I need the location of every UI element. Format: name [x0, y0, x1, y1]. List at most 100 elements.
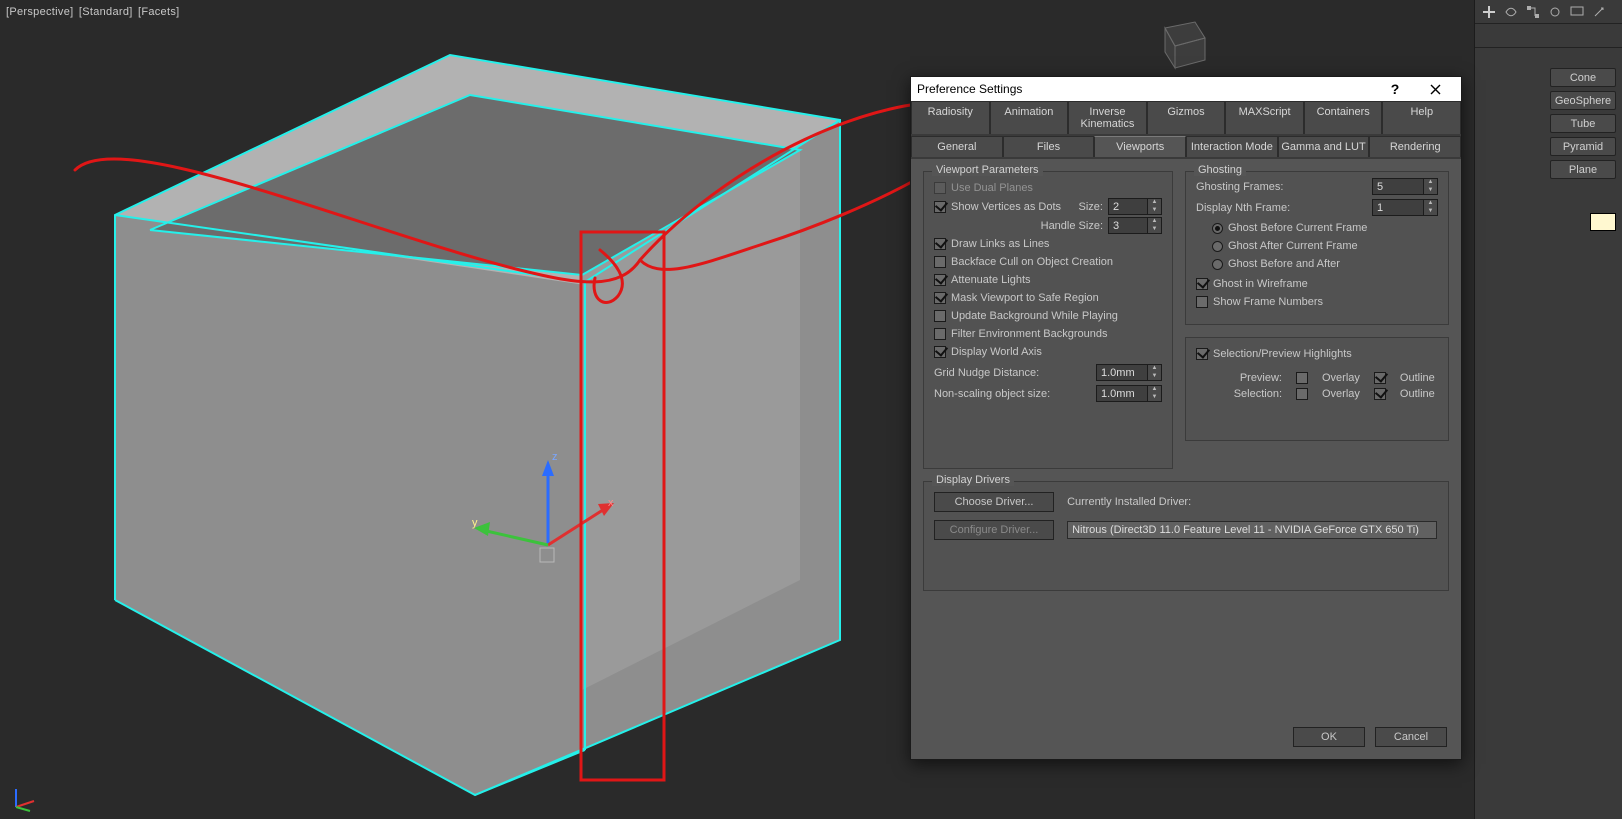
create-tab-icon[interactable]	[1481, 4, 1497, 20]
transform-gizmo: z x y	[472, 451, 614, 562]
lbl-ghost-before: Ghost Before Current Frame	[1228, 220, 1367, 236]
viewport-label-facets[interactable]: [Facets]	[138, 6, 180, 18]
lbl-world-axis: Display World Axis	[951, 344, 1042, 360]
chk-preview-outline[interactable]	[1374, 372, 1386, 384]
viewport-labels[interactable]: [Perspective] [Standard] [Facets]	[6, 6, 182, 18]
input-ghost-nth[interactable]	[1372, 199, 1424, 216]
group-ghosting: Ghosting Ghosting Frames: ▲▼ Display Nth…	[1185, 171, 1449, 325]
tab-files[interactable]: Files	[1003, 136, 1095, 157]
configure-driver-button: Configure Driver...	[934, 520, 1054, 540]
lbl-ghost-nth: Display Nth Frame:	[1196, 202, 1290, 214]
lbl-size: Size:	[1079, 199, 1103, 215]
spin-grid-nudge[interactable]: ▲▼	[1096, 364, 1162, 381]
ok-button[interactable]: OK	[1293, 727, 1365, 747]
hierarchy-tab-icon[interactable]	[1525, 4, 1541, 20]
input-grid-nudge[interactable]	[1096, 364, 1148, 381]
radio-ghost-both[interactable]	[1212, 259, 1223, 270]
lbl-highlights-title: Selection/Preview Highlights	[1213, 346, 1352, 362]
dialog-help-button[interactable]: ?	[1375, 77, 1415, 101]
tab-help[interactable]: Help	[1382, 101, 1461, 134]
lbl-preview-overlay: Overlay	[1322, 372, 1360, 384]
chk-backface-cull[interactable]	[934, 256, 946, 268]
chk-selection-overlay[interactable]	[1296, 388, 1308, 400]
chk-preview-overlay[interactable]	[1296, 372, 1308, 384]
radio-ghost-after[interactable]	[1212, 241, 1223, 252]
chk-world-axis[interactable]	[934, 346, 946, 358]
chk-mask-safe[interactable]	[934, 292, 946, 304]
input-handle-size[interactable]	[1108, 217, 1148, 234]
lbl-ghost-both: Ghost Before and After	[1228, 256, 1340, 272]
dialog-footer: OK Cancel	[911, 719, 1461, 759]
dialog-tabs-row-2: General Files Viewports Interaction Mode…	[911, 136, 1461, 159]
tab-rendering[interactable]: Rendering	[1369, 136, 1461, 157]
spin-ghost-frames[interactable]: ▲▼	[1372, 178, 1438, 195]
primitive-tube-button[interactable]: Tube	[1550, 114, 1616, 133]
group-title-ghosting: Ghosting	[1194, 164, 1246, 176]
spin-nonscaling[interactable]: ▲▼	[1096, 385, 1162, 402]
tab-viewports[interactable]: Viewports	[1094, 136, 1186, 157]
lbl-handle-size: Handle Size:	[1041, 218, 1103, 234]
svg-text:z: z	[552, 451, 558, 463]
modify-tab-icon[interactable]	[1503, 4, 1519, 20]
viewport-label-standard[interactable]: [Standard]	[79, 6, 133, 18]
object-type-buttons: Cone GeoSphere Tube Pyramid Plane	[1475, 48, 1622, 199]
tab-interaction[interactable]: Interaction Mode	[1186, 136, 1278, 157]
command-panel-subtabs	[1475, 24, 1622, 48]
chk-ghost-numbers[interactable]	[1196, 296, 1208, 308]
lbl-selection-outline: Outline	[1400, 388, 1435, 400]
spin-vertex-size[interactable]: ▲▼	[1108, 198, 1162, 215]
tab-gizmos[interactable]: Gizmos	[1147, 101, 1226, 134]
motion-tab-icon[interactable]	[1547, 4, 1563, 20]
tab-gamma[interactable]: Gamma and LUT	[1278, 136, 1370, 157]
lbl-ghost-numbers: Show Frame Numbers	[1213, 294, 1323, 310]
chk-update-bg[interactable]	[934, 310, 946, 322]
svg-text:x: x	[608, 497, 614, 509]
chk-use-dual-planes	[934, 182, 946, 194]
command-panel-tabs	[1475, 0, 1622, 24]
tab-radiosity[interactable]: Radiosity	[911, 101, 990, 134]
chk-attenuate[interactable]	[934, 274, 946, 286]
input-nonscaling[interactable]	[1096, 385, 1148, 402]
lbl-show-vertices: Show Vertices as Dots	[951, 199, 1061, 215]
chk-show-vertices[interactable]	[934, 201, 946, 213]
display-tab-icon[interactable]	[1569, 4, 1585, 20]
installed-driver-field[interactable]	[1067, 521, 1437, 539]
input-ghost-frames[interactable]	[1372, 178, 1424, 195]
tab-containers[interactable]: Containers	[1304, 101, 1383, 134]
dialog-close-button[interactable]	[1415, 77, 1455, 101]
chk-filter-env[interactable]	[934, 328, 946, 340]
viewcube[interactable]	[1145, 8, 1215, 78]
primitive-cone-button[interactable]: Cone	[1550, 68, 1616, 87]
lbl-use-dual-planes: Use Dual Planes	[951, 180, 1033, 196]
primitive-geosphere-button[interactable]: GeoSphere	[1550, 91, 1616, 110]
chk-highlights-enable[interactable]	[1196, 348, 1208, 360]
primitive-pyramid-button[interactable]: Pyramid	[1550, 137, 1616, 156]
cancel-button[interactable]: Cancel	[1375, 727, 1447, 747]
choose-driver-button[interactable]: Choose Driver...	[934, 492, 1054, 512]
primitive-plane-button[interactable]: Plane	[1550, 160, 1616, 179]
tab-maxscript[interactable]: MAXScript	[1225, 101, 1304, 134]
command-panel: Cone GeoSphere Tube Pyramid Plane	[1474, 0, 1622, 819]
lbl-mask-safe: Mask Viewport to Safe Region	[951, 290, 1099, 306]
chk-ghost-wire[interactable]	[1196, 278, 1208, 290]
lbl-grid-nudge: Grid Nudge Distance:	[934, 367, 1039, 379]
chk-selection-outline[interactable]	[1374, 388, 1386, 400]
input-vertex-size[interactable]	[1108, 198, 1148, 215]
group-viewport-parameters: Viewport Parameters Use Dual Planes Show…	[923, 171, 1173, 469]
tab-ik[interactable]: Inverse Kinematics	[1068, 101, 1147, 134]
group-title-drivers: Display Drivers	[932, 474, 1014, 486]
chk-draw-links[interactable]	[934, 238, 946, 250]
radio-ghost-before[interactable]	[1212, 223, 1223, 234]
dialog-tabs-row-1: Radiosity Animation Inverse Kinematics G…	[911, 101, 1461, 136]
lbl-preview-outline: Outline	[1400, 372, 1435, 384]
axis-tripod-icon	[10, 781, 42, 813]
tab-animation[interactable]: Animation	[990, 101, 1069, 134]
viewport-label-perspective[interactable]: [Perspective]	[6, 6, 73, 18]
lbl-preview: Preview:	[1224, 372, 1282, 384]
utilities-tab-icon[interactable]	[1591, 4, 1607, 20]
spin-handle-size[interactable]: ▲▼	[1108, 217, 1162, 234]
spin-ghost-nth[interactable]: ▲▼	[1372, 199, 1438, 216]
object-color-swatch[interactable]	[1590, 213, 1616, 231]
dialog-titlebar[interactable]: Preference Settings ?	[911, 77, 1461, 101]
tab-general[interactable]: General	[911, 136, 1003, 157]
